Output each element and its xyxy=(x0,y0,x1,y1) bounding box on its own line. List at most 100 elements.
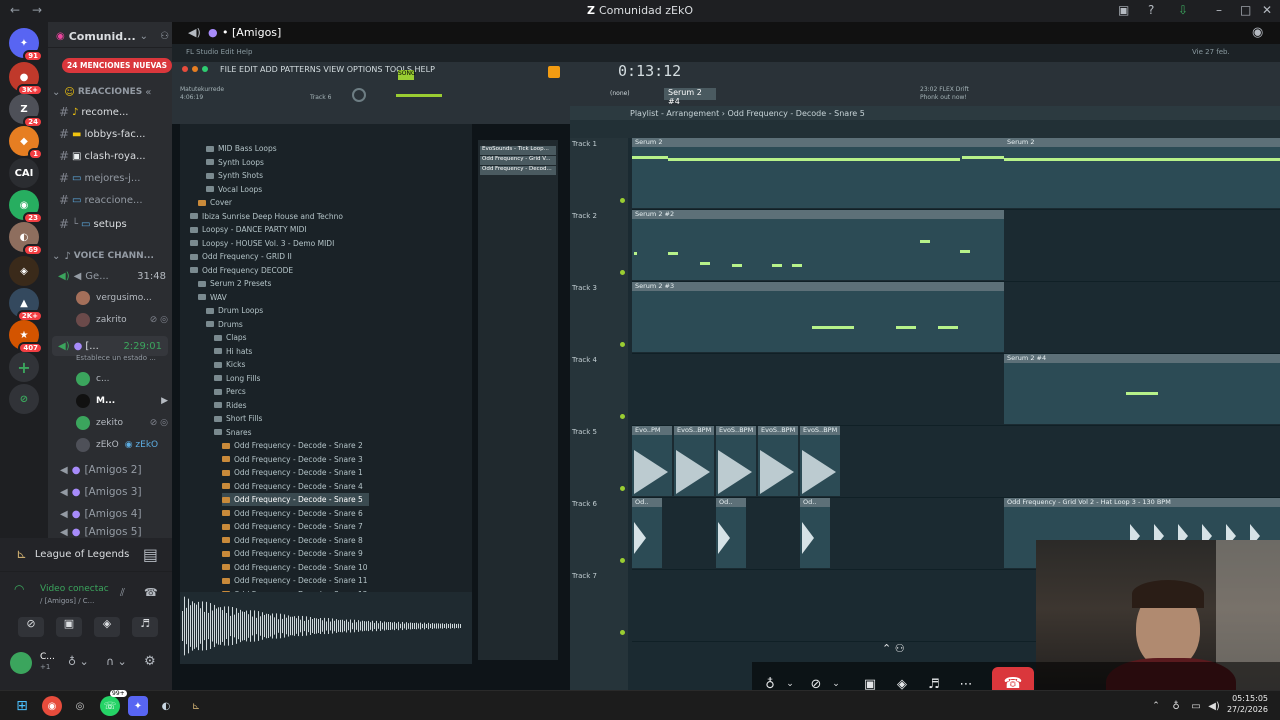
microphone-icon[interactable]: ♁ ⌄ xyxy=(68,655,89,668)
browser-item[interactable]: Vocal Loops xyxy=(206,183,262,196)
chrome-icon[interactable]: ◉ xyxy=(42,696,62,716)
voice-channel-general[interactable]: ◀) ◀ Ge... 31:48 xyxy=(48,266,172,286)
playlist-clip[interactable]: EvoS..BPM xyxy=(800,426,840,435)
browser-item[interactable]: Kicks xyxy=(214,358,245,371)
playlist-clip[interactable]: EvoS..BPM xyxy=(674,426,714,435)
browser-item[interactable]: Odd Frequency - Decode - Snare 7 xyxy=(222,520,363,533)
gamepad-icon[interactable]: ▤ xyxy=(143,545,158,564)
whatsapp-icon[interactable]: ☏ 99+ xyxy=(100,690,127,716)
browser-item[interactable]: Ibiza Sunrise Deep House and Techno xyxy=(190,210,343,223)
master-volume-knob[interactable] xyxy=(352,88,366,102)
discord-icon[interactable]: ✦ xyxy=(128,696,148,716)
browser-item[interactable]: Short Fills xyxy=(214,412,262,425)
soundboard-icon[interactable]: ♬ xyxy=(922,674,946,691)
maximize-icon[interactable]: □ xyxy=(1240,3,1251,17)
browser-item[interactable]: Odd Frequency - Decode - Snare 4 xyxy=(222,480,363,493)
add-friend-icon[interactable]: ⚇ xyxy=(160,31,169,42)
browser-item[interactable]: MID Bass Loops xyxy=(206,142,277,155)
playlist-clip[interactable]: Odd Frequency - Grid Vol 2 - Hat Loop 3 … xyxy=(1004,498,1280,507)
browser-item[interactable]: Odd Frequency - Decode - Snare 2 xyxy=(222,439,363,452)
network-icon[interactable]: ▭ xyxy=(1186,696,1206,716)
voice-user[interactable]: M... ▶ xyxy=(76,392,172,410)
voice-channel[interactable]: ◀ ● [Amigos 5] xyxy=(48,526,172,538)
master-pitch-slider[interactable] xyxy=(396,94,442,97)
minimize-icon[interactable]: – xyxy=(1216,3,1222,17)
server-icon[interactable]: CAI xyxy=(9,158,39,188)
chat-icon[interactable]: ◉ xyxy=(1252,25,1263,40)
channel-item[interactable]: # ▬ lobbys-fac... xyxy=(48,124,172,144)
camera-off-button[interactable]: ⊘ xyxy=(18,617,44,637)
voice-user[interactable]: zakrito ⊘ ◎ xyxy=(76,311,172,329)
browser-item[interactable]: Synth Shots xyxy=(206,169,263,182)
browser-item[interactable]: Claps xyxy=(214,331,247,344)
browser-item[interactable]: Rides xyxy=(214,399,247,412)
voice-user[interactable]: c... xyxy=(76,370,172,388)
disconnect-button[interactable]: ☎ xyxy=(992,667,1034,690)
browser-item[interactable]: Odd Frequency DECODE xyxy=(190,264,293,277)
browser-item[interactable]: Odd Frequency - Decode - Snare 6 xyxy=(222,507,363,520)
browser-item[interactable]: Loopsy - HOUSE Vol. 3 - Demo MIDI xyxy=(190,237,334,250)
server-icon[interactable]: ★ 407 xyxy=(9,320,43,354)
channel-item[interactable]: # ▭ reaccione... xyxy=(48,190,172,210)
noise-suppression-icon[interactable]: ⫽ xyxy=(120,586,125,600)
category-voice[interactable]: ⌄ ♪ VOICE CHANN... xyxy=(48,246,172,266)
discord-home-icon[interactable]: ✦ 91 xyxy=(9,28,43,62)
chevron-down-icon[interactable]: ⌄ xyxy=(824,674,848,690)
playlist-clip[interactable]: EvoS..BPM xyxy=(716,426,756,435)
voice-user[interactable]: vergusimo... xyxy=(76,289,172,307)
play-button[interactable] xyxy=(548,66,560,78)
browser-item[interactable]: Odd Frequency - Decode - Snare 3 xyxy=(222,453,363,466)
browser-item[interactable]: WAV xyxy=(198,291,227,304)
voice-user[interactable]: zEkO ◉ zEkO xyxy=(76,436,172,454)
settings-gear-icon[interactable]: ⚙ xyxy=(144,654,156,669)
mic-tray-icon[interactable]: ♁ xyxy=(1166,696,1186,716)
playlist-title[interactable]: Playlist - Arrangement › Odd Frequency -… xyxy=(570,106,1280,120)
voice-user[interactable]: zekito ⊘ ◎ xyxy=(76,414,172,432)
channel-rack-item[interactable]: Odd Frequency - Grid V... xyxy=(480,156,556,165)
maximize-dot[interactable] xyxy=(202,66,208,72)
pattern-none[interactable]: (none) xyxy=(610,90,630,97)
clock-time[interactable]: 05:15:05 xyxy=(1222,694,1268,703)
disconnect-icon[interactable]: ☎ xyxy=(144,586,158,599)
steam-icon[interactable]: ◐ xyxy=(156,696,176,716)
minimize-dot[interactable] xyxy=(192,66,198,72)
voice-channel[interactable]: ◀ ● [Amigos 2] xyxy=(48,460,172,480)
tray-chevron-icon[interactable]: ⌃ xyxy=(1146,696,1166,716)
playlist-ruler[interactable] xyxy=(570,120,1280,138)
browser-item[interactable]: Long Fills xyxy=(214,372,260,385)
server-icon[interactable]: ◐ 69 xyxy=(9,222,43,256)
browser-item[interactable]: Percs xyxy=(214,385,246,398)
category-reactions[interactable]: ⌄ ☺ REACCIONES « xyxy=(48,82,172,102)
server-icon[interactable]: ◈ xyxy=(9,256,39,286)
playlist-clip[interactable]: Od.. xyxy=(632,498,662,507)
playlist-clip[interactable]: Evo..PM xyxy=(632,426,672,435)
windows-start-icon[interactable]: ⊞ xyxy=(12,696,32,716)
close-dot[interactable] xyxy=(182,66,188,72)
help-icon[interactable]: ? xyxy=(1148,3,1154,17)
activities-icon[interactable]: ◈ xyxy=(890,674,914,691)
playlist-clip[interactable]: Serum 2 xyxy=(632,138,1004,147)
channel-rack-item[interactable]: Odd Frequency - Decod... xyxy=(480,166,556,175)
server-icon[interactable]: ● 3K+ xyxy=(9,62,43,96)
call-status[interactable]: Video conectac xyxy=(40,584,109,594)
channel-item[interactable]: # ▭ mejores-j... xyxy=(48,168,172,188)
browser-item[interactable]: Drums xyxy=(206,318,243,331)
playlist-clip[interactable]: EvoS..BPM xyxy=(758,426,798,435)
clock-date[interactable]: 27/2/2026 xyxy=(1222,705,1268,714)
browser-item[interactable]: Cover xyxy=(198,196,232,209)
close-icon[interactable]: ✕ xyxy=(1262,3,1272,17)
voice-channel[interactable]: ◀ ● [Amigos 4] xyxy=(48,504,172,524)
channel-item[interactable]: # ▣ clash-roya... xyxy=(48,146,172,166)
browser-item[interactable]: Odd Frequency - Decode - Snare 10 xyxy=(222,561,368,574)
volume-icon[interactable]: ◀) xyxy=(1204,696,1224,716)
channel-status[interactable]: Establece un estado ... xyxy=(76,354,156,362)
playlist-clip[interactable]: Od.. xyxy=(716,498,746,507)
channel-rack-item[interactable]: EvoSounds - Tick Loop... xyxy=(480,146,556,155)
browser-item[interactable]: Odd Frequency - Decode - Snare 1 xyxy=(222,466,363,479)
explore-icon[interactable]: ⊘ xyxy=(9,384,39,414)
song-mode-button[interactable]: SONG xyxy=(398,70,416,80)
browser-item[interactable]: Hi hats xyxy=(214,345,252,358)
add-server-icon[interactable]: + xyxy=(9,352,39,382)
league-icon[interactable]: ⊾ xyxy=(186,696,206,716)
headphones-icon[interactable]: ∩ ⌄ xyxy=(106,655,127,668)
